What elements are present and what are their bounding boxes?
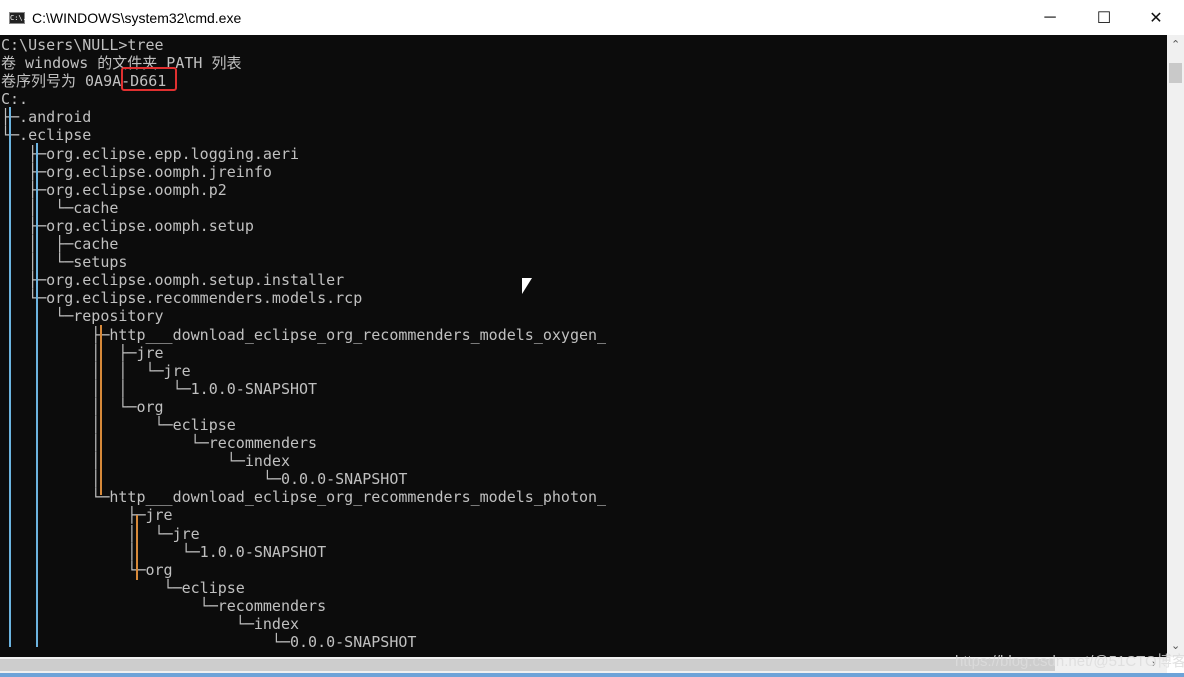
scroll-up-icon[interactable]: ⌃ bbox=[1171, 38, 1180, 51]
maximize-button[interactable]: ☐ bbox=[1075, 0, 1133, 35]
cmd-icon: C:\. bbox=[9, 11, 27, 24]
console-line: │ └─setups bbox=[1, 253, 128, 272]
console-line: ├─http___download_eclipse_org_recommende… bbox=[1, 325, 607, 344]
console-line: └─index bbox=[1, 615, 300, 633]
console-line: C:\Users\NULL>tree bbox=[1, 36, 164, 54]
console-line: └─eclipse bbox=[1, 578, 245, 597]
console-line: └─org bbox=[1, 560, 173, 579]
annotation-line bbox=[9, 107, 11, 647]
title-bar: C:\. C:\WINDOWS\system32\cmd.exe ─ ☐ ✕ bbox=[0, 0, 1184, 35]
vertical-scrollbar[interactable]: ⌃ ⌄ bbox=[1167, 35, 1184, 657]
console-line: └─.eclipse bbox=[1, 126, 92, 145]
console-line: C:. bbox=[1, 90, 29, 109]
console-line: │ └─cache bbox=[1, 198, 119, 217]
console-line: └─0.0.0-SNAPSHOT bbox=[1, 633, 417, 652]
console-line: ├─jre bbox=[1, 506, 173, 525]
console-line: │ ├─cache bbox=[1, 235, 119, 254]
watermark: https://blog.csdn.net/@51CTO博客 bbox=[955, 653, 1184, 670]
command-highlight-box bbox=[121, 67, 177, 91]
console-line: └─recommenders bbox=[1, 596, 327, 615]
window-title: C:\WINDOWS\system32\cmd.exe bbox=[32, 9, 242, 26]
console-line: │ └─org bbox=[1, 397, 164, 416]
vertical-scroll-thumb[interactable] bbox=[1169, 63, 1182, 83]
console-line: │ └─eclipse bbox=[1, 415, 236, 434]
console-line: │ └─recommenders bbox=[1, 434, 318, 453]
console-line: │ └─0.0.0-SNAPSHOT bbox=[1, 470, 408, 489]
console-line: │ └─index bbox=[1, 452, 290, 471]
console-line: └─org.eclipse.recommenders.models.rcp bbox=[1, 289, 363, 308]
console-line: ├─org.eclipse.oomph.setup bbox=[1, 216, 254, 235]
console-line: ├─org.eclipse.oomph.jreinfo bbox=[1, 162, 272, 181]
close-button[interactable]: ✕ bbox=[1127, 0, 1184, 35]
console-line: ├─org.eclipse.epp.logging.aeri bbox=[1, 144, 300, 163]
minimize-button[interactable]: ─ bbox=[1021, 0, 1079, 35]
annotation-line bbox=[136, 515, 138, 580]
window-border bbox=[0, 673, 1184, 677]
console-line: ├─.android bbox=[1, 108, 92, 127]
console-line: │ └─1.0.0-SNAPSHOT bbox=[1, 542, 327, 561]
console-line: 卷 windows 的文件夹 PATH 列表 bbox=[1, 54, 242, 73]
console-line: ├─org.eclipse.oomph.p2 bbox=[1, 180, 227, 199]
annotation-line bbox=[100, 325, 102, 495]
console-line: 卷序列号为 0A9A-D661 bbox=[1, 72, 167, 91]
console-text: C:\Users\NULL>tree 卷 windows 的文件夹 PATH 列表… bbox=[1, 36, 606, 651]
console-line: │ │ └─1.0.0-SNAPSHOT bbox=[1, 379, 318, 398]
console-line: ├─org.eclipse.oomph.setup.installer bbox=[1, 271, 345, 290]
annotation-line bbox=[36, 143, 38, 647]
console-line: │ │ └─jre bbox=[1, 361, 191, 380]
console-line: └─repository bbox=[1, 307, 164, 326]
mouse-cursor-icon bbox=[522, 278, 532, 294]
horizontal-scroll-thumb[interactable] bbox=[0, 659, 1055, 671]
console-output[interactable]: C:\Users\NULL>tree 卷 windows 的文件夹 PATH 列表… bbox=[0, 35, 1167, 657]
console-line: └─http___download_eclipse_org_recommende… bbox=[1, 488, 607, 507]
console-line: │ └─jre bbox=[1, 524, 200, 543]
console-line: │ ├─jre bbox=[1, 343, 164, 362]
